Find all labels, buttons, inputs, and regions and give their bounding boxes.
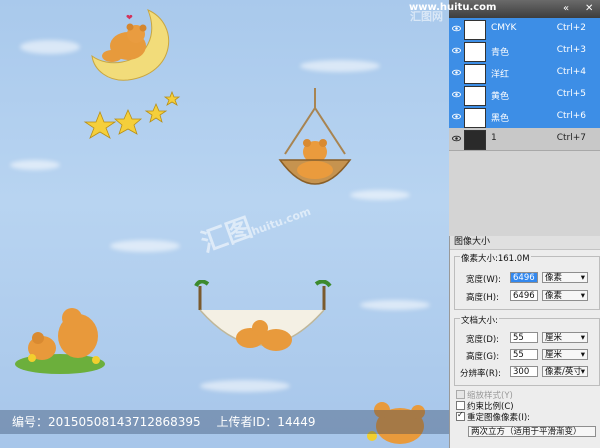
watermark-url: www.huitu.com <box>409 2 497 13</box>
cloud <box>360 300 430 310</box>
channel-thumbnail <box>464 130 486 150</box>
image-id-text: 编号：20150508143712868395 <box>12 415 201 429</box>
eye-icon[interactable] <box>452 68 461 77</box>
channel-shortcut: Ctrl+2 <box>556 23 586 33</box>
channel-thumbnail <box>464 20 486 40</box>
width-unit-select[interactable]: 像素 ▾ <box>542 272 588 283</box>
width-label: 宽度(W): <box>466 275 501 285</box>
resolution-unit-select[interactable]: 像素/英寸 ▾ <box>542 366 588 377</box>
watermark-center: 汇图 <box>197 212 257 259</box>
eye-icon[interactable] <box>452 112 461 121</box>
chevron-down-icon: ▾ <box>580 350 585 360</box>
channel-shortcut: Ctrl+7 <box>556 133 586 143</box>
eye-icon[interactable] <box>452 24 461 33</box>
swing-bear-illustration <box>278 88 352 185</box>
doc-height-unit-select[interactable]: 厘米 ▾ <box>542 349 588 360</box>
height-unit-select[interactable]: 像素 ▾ <box>542 290 588 301</box>
channel-row[interactable]: 黄色 Ctrl+5 <box>449 84 600 107</box>
image-info-bar: 编号：20150508143712868395 上传者ID：14449 <box>0 410 449 434</box>
channel-thumbnail <box>464 108 486 128</box>
doc-width-unit-select[interactable]: 厘米 ▾ <box>542 332 588 343</box>
height-label: 高度(H): <box>466 293 499 303</box>
eye-icon[interactable] <box>452 46 461 55</box>
channel-shortcut: Ctrl+5 <box>556 89 586 99</box>
width-input[interactable]: 6496 <box>510 272 538 283</box>
dialog-title: 图像大小 <box>450 236 600 250</box>
doc-height-input[interactable]: 55 <box>510 349 538 360</box>
pixel-dimensions-label: 像素大小:161.0M <box>460 252 531 264</box>
hammock-bear-illustration <box>194 280 332 351</box>
cloud <box>110 240 180 252</box>
collapse-icon[interactable]: « <box>563 3 569 14</box>
channel-name: 黑色 <box>491 114 510 124</box>
picnic-bears-illustration <box>15 308 105 374</box>
channel-name: 洋红 <box>491 70 510 80</box>
cloud <box>200 380 290 392</box>
image-size-dialog: 图像大小 像素大小:161.0M 宽度(W): 6496 像素 ▾ 高度(H): … <box>449 236 600 448</box>
resolution-label: 分辨率(R): <box>460 369 501 379</box>
channel-row[interactable]: CMYK Ctrl+2 <box>449 18 600 41</box>
channel-row[interactable]: 1 Ctrl+7 <box>449 128 600 151</box>
svg-text:❤: ❤ <box>126 13 133 22</box>
channel-name: 1 <box>491 133 497 143</box>
channel-thumbnail <box>464 86 486 106</box>
chevron-down-icon: ▾ <box>580 291 585 301</box>
channel-name: CMYK <box>491 23 517 33</box>
resolution-input[interactable]: 300 <box>510 366 538 377</box>
constrain-proportions-checkbox[interactable] <box>456 401 465 410</box>
cloud <box>10 160 60 170</box>
channel-thumbnail <box>464 42 486 62</box>
resample-method-select[interactable]: 两次立方（适用于平滑渐变） <box>468 426 596 437</box>
channel-shortcut: Ctrl+6 <box>556 111 586 121</box>
channel-name: 青色 <box>491 48 510 58</box>
eye-icon[interactable] <box>452 134 461 143</box>
doc-width-label: 宽度(D): <box>466 335 500 345</box>
channel-shortcut: Ctrl+4 <box>556 67 586 77</box>
channel-name: 黄色 <box>491 92 510 102</box>
resample-label: 重定图像像素(I): <box>467 413 531 423</box>
doc-height-label: 高度(G): <box>466 352 500 362</box>
channel-shortcut: Ctrl+3 <box>556 45 586 55</box>
height-input[interactable]: 6496 <box>510 290 538 301</box>
doc-width-input[interactable]: 55 <box>510 332 538 343</box>
channel-thumbnail <box>464 64 486 84</box>
cloud <box>300 60 380 72</box>
moon-bear-illustration: ❤ <box>91 9 170 81</box>
close-icon[interactable]: ✕ <box>585 3 593 14</box>
eye-icon[interactable] <box>452 90 461 99</box>
chevron-down-icon: ▾ <box>580 273 585 283</box>
stars-illustration <box>83 90 181 139</box>
scale-styles-checkbox[interactable] <box>456 390 465 399</box>
watermark-center-url: huitu.com <box>249 204 313 239</box>
chevron-down-icon: ▾ <box>580 367 585 377</box>
document-size-label: 文档大小: <box>460 314 499 326</box>
chevron-down-icon: ▾ <box>580 333 585 343</box>
resample-checkbox[interactable] <box>456 410 465 421</box>
channel-row[interactable]: 洋红 Ctrl+4 <box>449 62 600 85</box>
image-canvas[interactable]: ❤ 汇图网 汇图 huitu.com 编号：201505081437128683… <box>0 0 449 448</box>
channel-row[interactable]: 青色 Ctrl+3 <box>449 40 600 63</box>
uploader-id-text: 上传者ID：14449 <box>216 415 316 429</box>
channel-row[interactable]: 黑色 Ctrl+6 <box>449 106 600 129</box>
cloud <box>20 40 80 54</box>
panel-tab-bar: « ✕ www.huitu.com <box>409 0 600 18</box>
